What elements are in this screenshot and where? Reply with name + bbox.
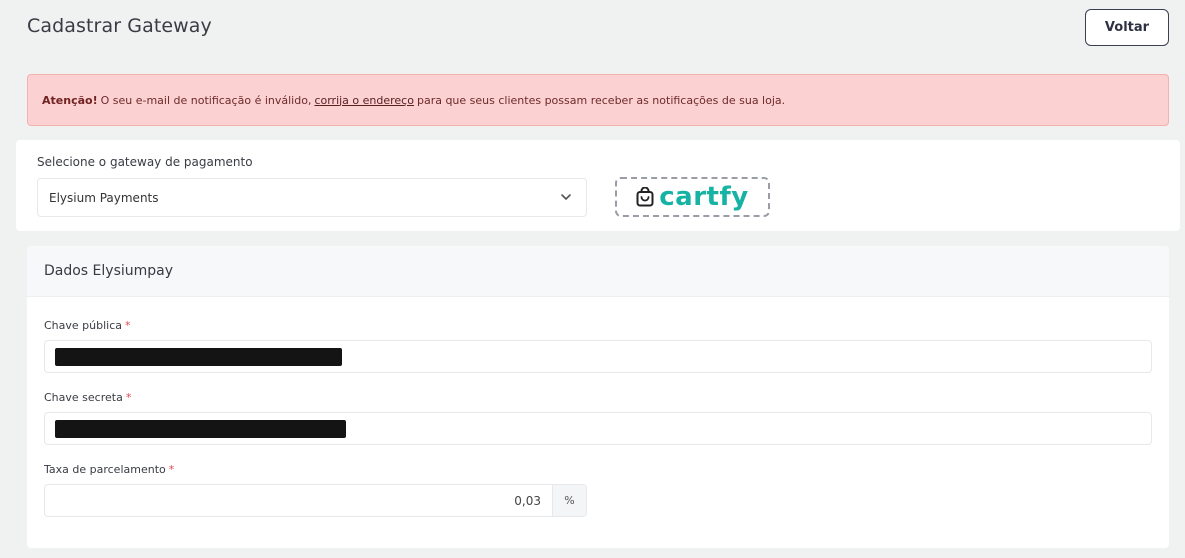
gateway-logo: cartfy <box>615 177 770 217</box>
secret-key-label: Chave secreta * <box>44 391 131 404</box>
installment-rate-label: Taxa de parcelamento * <box>44 463 174 476</box>
alert-text-after: para que seus clientes possam receber as… <box>416 93 786 107</box>
installment-rate-label-text: Taxa de parcelamento <box>44 463 166 476</box>
installment-rate-value[interactable]: 0,03 <box>45 485 552 516</box>
alert-text-before: O seu e-mail de notificação é inválido, <box>100 93 312 107</box>
redacted-value <box>55 420 346 438</box>
required-marker: * <box>125 319 131 332</box>
gateway-label: Selecione o gateway de pagamento <box>37 155 253 169</box>
installment-rate-input[interactable]: 0,03 % <box>44 484 587 517</box>
page-title: Cadastrar Gateway <box>27 15 212 37</box>
gateway-select-value: Elysium Payments <box>49 190 159 205</box>
gateway-card: Selecione o gateway de pagamento Elysium… <box>16 140 1180 231</box>
secret-key-label-text: Chave secreta <box>44 391 123 404</box>
chevron-down-icon <box>561 194 571 200</box>
cartfy-logo-text: cartfy <box>659 182 749 212</box>
required-marker: * <box>168 463 175 476</box>
public-key-label: Chave pública * <box>44 319 131 332</box>
public-key-input[interactable] <box>44 340 1152 373</box>
alert-strong: Atenção! <box>42 93 98 107</box>
public-key-label-text: Chave pública <box>44 319 123 332</box>
card-title: Dados Elysiumpay <box>27 246 1169 297</box>
alert-banner: Atenção! O seu e-mail de notificação é i… <box>27 74 1169 126</box>
gateway-select[interactable]: Elysium Payments <box>37 178 587 217</box>
shopping-bag-icon <box>636 187 654 207</box>
required-marker: * <box>125 391 132 404</box>
percent-addon: % <box>552 485 586 516</box>
gateway-data-card: Dados Elysiumpay Chave pública * Chave se… <box>27 246 1169 548</box>
secret-key-input[interactable] <box>44 412 1152 445</box>
back-button[interactable]: Voltar <box>1085 9 1169 46</box>
alert-fix-link[interactable]: corrija o endereço <box>314 94 414 107</box>
redacted-value <box>55 348 342 366</box>
